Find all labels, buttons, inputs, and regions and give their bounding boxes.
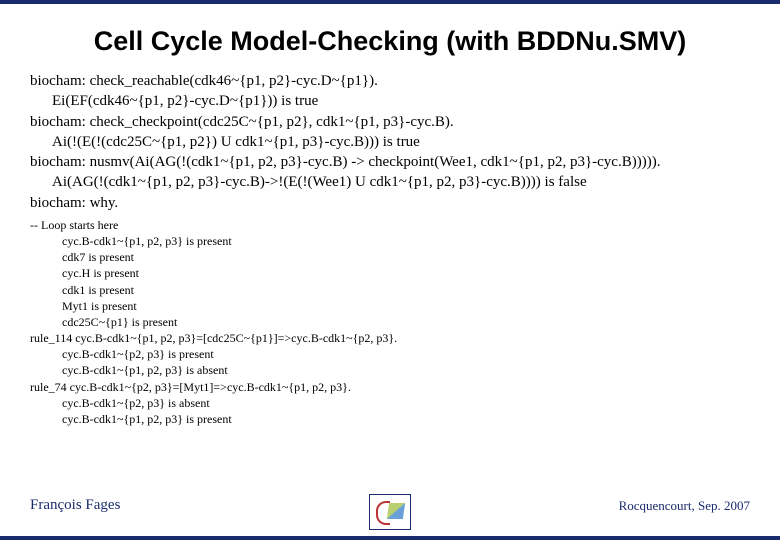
code-line: biocham: why. [30,193,750,213]
trace-line: cyc.B-cdk1~{p1, p2, p3} is present [30,411,750,427]
code-line: Ai(!(E(!(cdc25C~{p1, p2}) U cdk1~{p1, p3… [30,132,750,152]
trace-line: cyc.B-cdk1~{p1, p2, p3} is absent [30,362,750,378]
footer-venue: Rocquencourt, Sep. 2007 [619,498,750,514]
slide-title: Cell Cycle Model-Checking (with BDDNu.SM… [0,4,780,71]
slide: Cell Cycle Model-Checking (with BDDNu.SM… [0,0,780,540]
footer-author: François Fages [30,497,120,514]
trace-line: cyc.B-cdk1~{p2, p3} is present [30,346,750,362]
trace-line: cyc.B-cdk1~{p1, p2, p3} is present [30,233,750,249]
trace-line: cyc.H is present [30,265,750,281]
trace-line: rule_114 cyc.B-cdk1~{p1, p2, p3}=[cdc25C… [30,330,750,346]
code-line: biocham: check_reachable(cdk46~{p1, p2}-… [30,71,750,91]
code-line: Ei(EF(cdk46~{p1, p2}-cyc.D~{p1})) is tru… [30,91,750,111]
trace-line: -- Loop starts here [30,217,750,233]
trace-line: cdk1 is present [30,282,750,298]
code-line: Ai(AG(!(cdk1~{p1, p2, p3}-cyc.B)->!(E(!(… [30,172,750,192]
trace-line: Myt1 is present [30,298,750,314]
trace-block: -- Loop starts here cyc.B-cdk1~{p1, p2, … [0,213,780,427]
inria-logo-icon [369,494,411,530]
trace-line: rule_74 cyc.B-cdk1~{p2, p3}=[Myt1]=>cyc.… [30,379,750,395]
trace-line: cdc25C~{p1} is present [30,314,750,330]
code-block: biocham: check_reachable(cdk46~{p1, p2}-… [0,71,780,213]
trace-line: cyc.B-cdk1~{p2, p3} is absent [30,395,750,411]
trace-line: cdk7 is present [30,249,750,265]
code-line: biocham: nusmv(Ai(AG(!(cdk1~{p1, p2, p3}… [30,152,750,172]
code-line: biocham: check_checkpoint(cdc25C~{p1, p2… [30,112,750,132]
